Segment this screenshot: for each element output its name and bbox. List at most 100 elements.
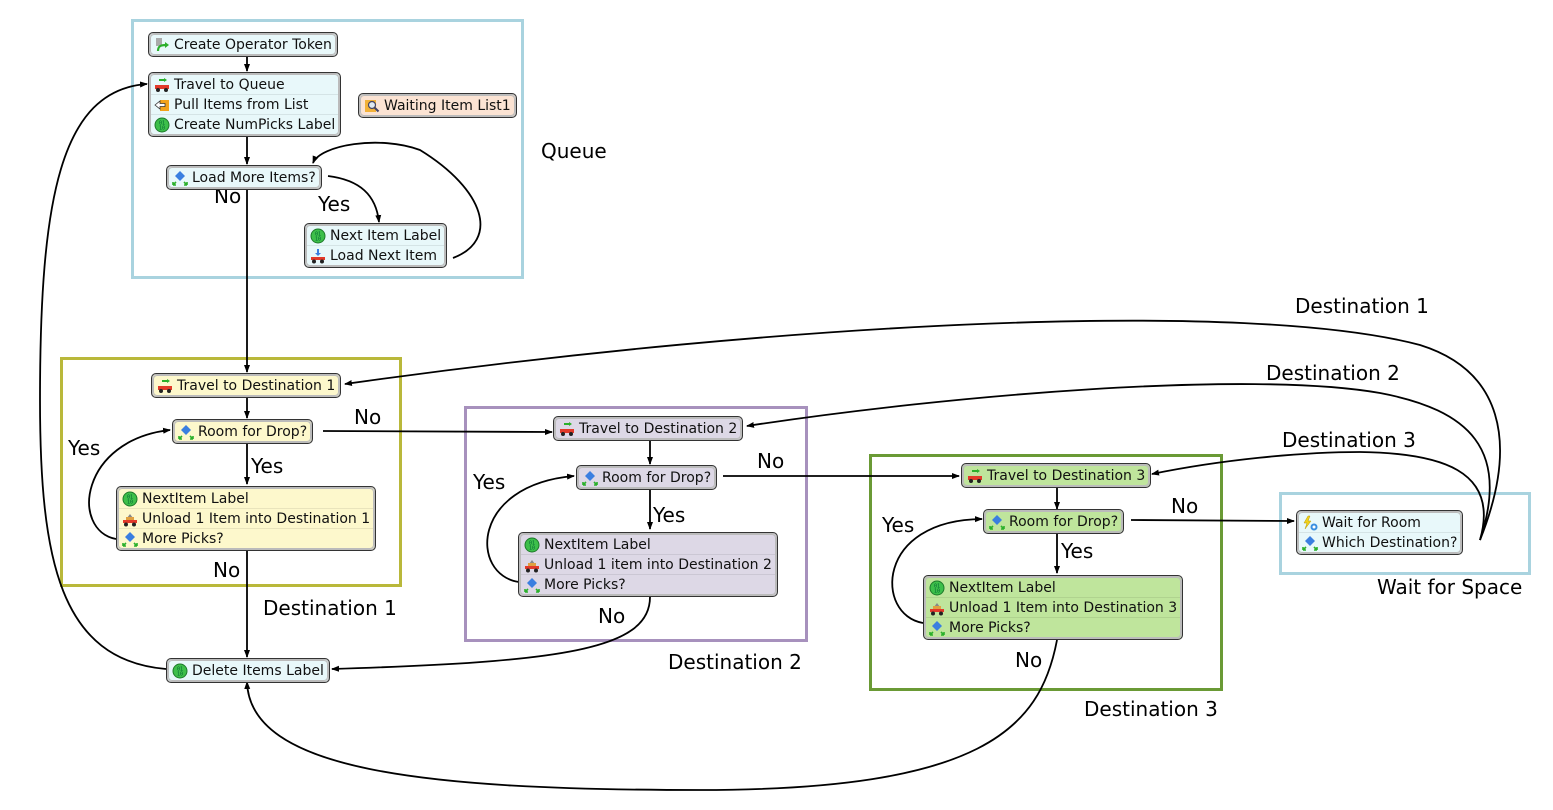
- group-destination-2[interactable]: [464, 406, 808, 642]
- group-label-wait-for-space: Wait for Space: [1377, 575, 1523, 599]
- activity-row[interactable]: Travel to Destination 3: [964, 466, 1148, 485]
- decide-icon: [172, 170, 188, 186]
- node-body: Room for Drop?: [578, 467, 716, 488]
- activity-row[interactable]: Load Next Item: [307, 245, 445, 265]
- activity-row[interactable]: 01 10 Next Item Label: [307, 226, 444, 245]
- node-body: Travel to Queue Pull Items from List 01 10 C…: [150, 74, 340, 135]
- decide-icon: [122, 531, 138, 547]
- label-icon: 01 10: [310, 228, 326, 244]
- label-icon: 01 10: [524, 537, 540, 553]
- decide-icon: [989, 514, 1005, 530]
- activity-label: Load More Items?: [192, 169, 316, 186]
- edge-label-d3-yes-down: Yes: [1061, 539, 1094, 563]
- unload-icon: [122, 511, 138, 527]
- pull-list-icon: [154, 97, 170, 113]
- svg-text:10: 10: [177, 671, 183, 677]
- activity-row[interactable]: Room for Drop?: [579, 468, 714, 487]
- wait-event-icon: [1302, 515, 1318, 531]
- node-next-item[interactable]: 01 10 Next Item Label Load Next Item: [304, 223, 448, 268]
- activity-row[interactable]: Pull Items from List: [151, 94, 339, 114]
- activity-label: Room for Drop?: [198, 423, 308, 440]
- edge-label-d2-yes-loop: Yes: [473, 470, 506, 494]
- activity-label: Room for Drop?: [602, 469, 712, 486]
- node-body: 01 10 NextItem Label Unload 1 item into Des…: [520, 534, 776, 595]
- travel-icon: [967, 468, 983, 484]
- activity-row[interactable]: Unload 1 Item into Destination 3: [926, 597, 1181, 617]
- activity-row[interactable]: Unload 1 item into Destination 2: [521, 554, 775, 574]
- node-unload-destination-2[interactable]: 01 10 NextItem Label Unload 1 item into Des…: [518, 532, 778, 597]
- edge-label-d1-yes-loop: Yes: [68, 436, 101, 460]
- activity-row[interactable]: Create Operator Token: [151, 35, 335, 54]
- node-body: Create Operator Token: [150, 34, 336, 55]
- node-travel-to-destination-2[interactable]: Travel to Destination 2: [553, 416, 744, 441]
- edge-label-d3-no: No: [1171, 494, 1199, 518]
- node-travel-to-destination-3[interactable]: Travel to Destination 3: [961, 463, 1152, 488]
- label-icon: 01 10: [929, 580, 945, 596]
- svg-text:10: 10: [315, 236, 321, 242]
- activity-row[interactable]: Travel to Destination 2: [556, 419, 740, 438]
- node-wait-for-room[interactable]: Wait for Room Which Destination?: [1296, 510, 1464, 555]
- node-waiting-item-list[interactable]: Waiting Item List1: [358, 93, 517, 118]
- node-body: Travel to Destination 2: [555, 418, 742, 439]
- node-body: Wait for Room Which Destination?: [1298, 512, 1462, 553]
- decide-icon: [524, 577, 540, 593]
- travel-icon: [154, 77, 170, 93]
- activity-row[interactable]: More Picks?: [119, 528, 374, 548]
- node-load-more-items[interactable]: Load More Items?: [166, 165, 322, 190]
- activity-label: Unload 1 Item into Destination 3: [949, 599, 1178, 616]
- edge-label-d3-yes-loop: Yes: [882, 513, 915, 537]
- activity-row[interactable]: 01 10 NextItem Label: [521, 535, 775, 554]
- activity-row[interactable]: Wait for Room: [1299, 513, 1460, 532]
- unload-icon: [524, 557, 540, 573]
- activity-label: More Picks?: [544, 576, 626, 593]
- node-travel-to-destination-1[interactable]: Travel to Destination 1: [151, 373, 342, 398]
- activity-row[interactable]: More Picks?: [521, 574, 775, 594]
- activity-row[interactable]: Load More Items?: [169, 168, 319, 187]
- activity-row[interactable]: Which Destination?: [1299, 532, 1461, 552]
- node-delete-items-label[interactable]: 01 10 Delete Items Label: [166, 658, 330, 683]
- activity-row[interactable]: More Picks?: [926, 617, 1181, 637]
- activity-row[interactable]: Travel to Queue: [151, 75, 338, 94]
- activity-label: NextItem Label: [949, 579, 1056, 596]
- node-body: 01 10 NextItem Label Unload 1 Item into Des…: [118, 488, 375, 549]
- list-search-icon: [364, 98, 380, 114]
- activity-label: Travel to Queue: [174, 76, 285, 93]
- edge-label-wait-dest1: Destination 1: [1295, 294, 1429, 318]
- decide-icon: [582, 470, 598, 486]
- activity-label: Delete Items Label: [192, 662, 324, 679]
- activity-row[interactable]: Travel to Destination 1: [154, 376, 338, 395]
- node-body: Load More Items?: [168, 167, 320, 188]
- activity-row[interactable]: 01 10 Delete Items Label: [169, 661, 327, 680]
- node-room-for-drop-3[interactable]: Room for Drop?: [983, 509, 1125, 534]
- activity-row[interactable]: Waiting Item List1: [361, 96, 514, 115]
- activity-row[interactable]: Room for Drop?: [175, 422, 310, 441]
- node-body: Waiting Item List1: [360, 95, 515, 116]
- node-create-operator-token[interactable]: Create Operator Token: [148, 32, 338, 57]
- edge-label-d1-more-no: No: [213, 558, 241, 582]
- activity-label: Unload 1 item into Destination 2: [544, 556, 772, 573]
- edge-label-d2-more-no: No: [598, 604, 626, 628]
- node-room-for-drop-2[interactable]: Room for Drop?: [576, 465, 718, 490]
- node-unload-destination-3[interactable]: 01 10 NextItem Label Unload 1 Item into Des…: [923, 575, 1184, 640]
- activity-row[interactable]: 01 10 NextItem Label: [119, 489, 373, 508]
- activity-row[interactable]: Room for Drop?: [986, 512, 1121, 531]
- node-body: 01 10 Delete Items Label: [168, 660, 328, 681]
- edge-label-d3-more-no: No: [1015, 648, 1043, 672]
- activity-row[interactable]: 01 10 NextItem Label: [926, 578, 1180, 597]
- svg-text:10: 10: [934, 588, 940, 594]
- node-travel-to-queue[interactable]: Travel to Queue Pull Items from List 01 10 C…: [148, 72, 342, 137]
- group-destination-3[interactable]: [869, 454, 1223, 691]
- activity-row[interactable]: 01 10 Create NumPicks Label: [151, 114, 339, 134]
- node-unload-destination-1[interactable]: 01 10 NextItem Label Unload 1 Item into Des…: [116, 486, 377, 551]
- group-label-queue: Queue: [541, 139, 607, 163]
- svg-text:10: 10: [529, 545, 535, 551]
- activity-label: Which Destination?: [1322, 534, 1458, 551]
- node-body: Room for Drop?: [174, 421, 312, 442]
- label-icon: 01 10: [122, 491, 138, 507]
- edge-label-wait-dest2: Destination 2: [1266, 361, 1400, 385]
- create-token-icon: [154, 37, 170, 53]
- activity-label: Pull Items from List: [174, 96, 309, 113]
- group-label-destination-2: Destination 2: [668, 650, 802, 674]
- node-room-for-drop-1[interactable]: Room for Drop?: [172, 419, 314, 444]
- activity-row[interactable]: Unload 1 Item into Destination 1: [119, 508, 374, 528]
